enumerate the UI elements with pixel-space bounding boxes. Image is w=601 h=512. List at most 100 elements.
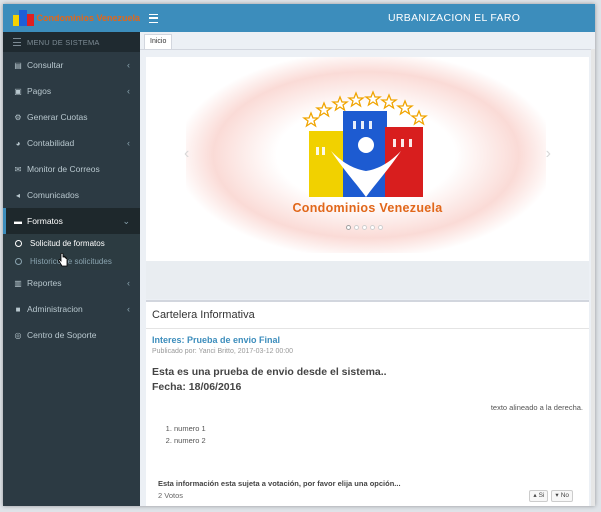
bullhorn-icon: ◂	[15, 190, 20, 200]
vote-yes-label: Si	[538, 492, 545, 499]
sidebar-item-label: Reportes	[27, 278, 62, 288]
formatos-submenu: Solicitud de formatos Historico de solic…	[3, 234, 140, 270]
carousel-logo-text: Condominios Venezuela	[292, 201, 443, 215]
submenu-item-label: Solicitud de formatos	[30, 238, 105, 248]
submenu-item-historico-solicitudes[interactable]: Historico de solicitudes	[3, 252, 140, 270]
file-icon: ▬	[14, 216, 22, 226]
main-content: Inicio ‹ › Condominios Venezuela Cartele…	[140, 32, 595, 506]
sidebar-toggle-icon[interactable]	[149, 13, 158, 23]
list-item: numero 2	[174, 435, 206, 447]
post-right-text: texto alineado a la derecha.	[490, 403, 583, 412]
money-icon: ▣	[14, 86, 22, 96]
circle-icon	[15, 239, 22, 247]
sidebar-item-label: Pagos	[27, 86, 52, 96]
carousel-prev-icon[interactable]: ‹	[184, 145, 189, 163]
sidebar-item-centro-soporte[interactable]: ◎ Centro de Soporte	[3, 322, 140, 348]
logo-star	[347, 91, 365, 108]
tab-bar: Inicio	[140, 32, 595, 50]
content-scrollbar[interactable]	[591, 49, 595, 506]
carousel-dot[interactable]	[378, 225, 383, 230]
chevron-left-icon: ‹	[127, 138, 130, 148]
sidebar-item-formatos[interactable]: ▬ Formatos ⌄	[3, 208, 140, 234]
carousel-dot[interactable]	[346, 225, 351, 230]
panel-title: Cartelera Informativa	[152, 309, 255, 321]
carousel-dot[interactable]	[354, 225, 359, 230]
logo-star	[302, 111, 320, 128]
cogs-icon: ⚙	[14, 112, 22, 122]
post-meta: Publicado por: Yanci Britto, 2017-03-12 …	[152, 348, 294, 355]
pie-chart-icon: ◕	[15, 138, 21, 148]
logo-person-head	[358, 137, 374, 153]
vote-no-label: No	[560, 492, 569, 499]
sidebar-item-label: Comunicados	[27, 190, 79, 200]
tab-inicio[interactable]: Inicio	[144, 34, 173, 49]
carousel-dot[interactable]	[370, 225, 375, 230]
vote-count: 2 Votos	[158, 491, 184, 500]
sidebar-item-label: Generar Cuotas	[27, 112, 88, 122]
sidebar-item-label: Consultar	[27, 60, 64, 70]
post-title[interactable]: Interes: Prueba de envio Final	[152, 335, 280, 345]
image-carousel: ‹ › Condominios Venezuela	[146, 57, 589, 261]
sidebar-item-label: Administracion	[27, 304, 83, 314]
post-body-line: Esta es una prueba de envio desde el sis…	[152, 366, 387, 378]
content-divider-strip	[146, 261, 589, 299]
bar-chart-icon: ▥	[14, 278, 22, 288]
chevron-left-icon: ‹	[127, 278, 130, 288]
vote-yes-button[interactable]: ▴ Si	[529, 490, 549, 502]
submenu-item-label: Historico de solicitudes	[30, 256, 112, 266]
sidebar-item-label: Monitor de Correos	[27, 164, 100, 174]
sidebar: Condominios Venezuela MENU DE SISTEMA ▤ …	[3, 4, 140, 506]
condominios-logo-image	[302, 90, 428, 197]
post-body: Esta es una prueba de envio desde el sis…	[152, 365, 387, 395]
yellow-building	[309, 131, 345, 197]
carousel-dot[interactable]	[362, 225, 367, 230]
lifebuoy-icon: ◎	[14, 330, 22, 340]
logo-star	[331, 95, 349, 112]
sidebar-item-label: Contabilidad	[27, 138, 75, 148]
chevron-down-icon: ⌄	[122, 216, 130, 226]
logo-star	[380, 93, 398, 110]
app-window: Condominios Venezuela MENU DE SISTEMA ▤ …	[3, 4, 595, 506]
panel-divider	[146, 328, 589, 329]
carousel-indicators	[346, 225, 383, 230]
menu-header-label: MENU DE SISTEMA	[27, 37, 100, 47]
list-item: numero 1	[174, 423, 206, 435]
sidebar-item-label: Formatos	[27, 216, 63, 226]
brand-logo[interactable]: Condominios Venezuela	[3, 4, 140, 32]
sidebar-item-reportes[interactable]: ▥ Reportes ‹	[3, 270, 140, 296]
submenu-item-solicitud-formatos[interactable]: Solicitud de formatos	[3, 234, 140, 252]
sidebar-item-administracion[interactable]: ■ Administracion ‹	[3, 296, 140, 322]
circle-icon	[15, 257, 22, 265]
brand-name: Condominios Venezuela	[36, 13, 140, 23]
menu-list-icon	[13, 38, 21, 46]
menu-header: MENU DE SISTEMA	[3, 32, 140, 52]
envelope-icon: ✉	[14, 164, 22, 174]
post-list: numero 1 numero 2	[160, 423, 206, 447]
chevron-left-icon: ‹	[127, 60, 130, 70]
thumbs-down-icon: ▾	[555, 492, 559, 499]
hand-pointer-icon	[58, 253, 68, 267]
post-date-line: Fecha: 18/06/2016	[152, 381, 242, 393]
document-icon: ▤	[14, 60, 22, 70]
top-header: URBANIZACION EL FARO	[140, 4, 595, 32]
sidebar-item-contabilidad[interactable]: ◕ Contabilidad ‹	[3, 130, 140, 156]
sidebar-item-label: Centro de Soporte	[27, 330, 97, 340]
sidebar-item-consultar[interactable]: ▤ Consultar ‹	[3, 52, 140, 78]
cartelera-panel: Cartelera Informativa Interes: Prueba de…	[146, 300, 589, 506]
buildings-logo-icon	[13, 10, 34, 26]
sidebar-item-comunicados[interactable]: ◂ Comunicados	[3, 182, 140, 208]
sidebar-item-pagos[interactable]: ▣ Pagos ‹	[3, 78, 140, 104]
logo-star	[315, 101, 333, 118]
sidebar-item-monitor-correos[interactable]: ✉ Monitor de Correos	[3, 156, 140, 182]
vote-question: Esta información esta sujeta a votación,…	[158, 479, 401, 488]
logo-star	[396, 99, 414, 116]
page-title: URBANIZACION EL FARO	[388, 12, 521, 24]
logo-star	[364, 90, 382, 107]
chevron-left-icon: ‹	[127, 86, 130, 96]
sidebar-item-generar-cuotas[interactable]: ⚙ Generar Cuotas	[3, 104, 140, 130]
carousel-next-icon[interactable]: ›	[546, 145, 551, 163]
thumbs-up-icon: ▴	[533, 492, 537, 499]
vote-no-button[interactable]: ▾ No	[551, 490, 573, 502]
briefcase-icon: ■	[15, 304, 21, 314]
vote-buttons: ▴ Si ▾ No	[529, 490, 573, 502]
